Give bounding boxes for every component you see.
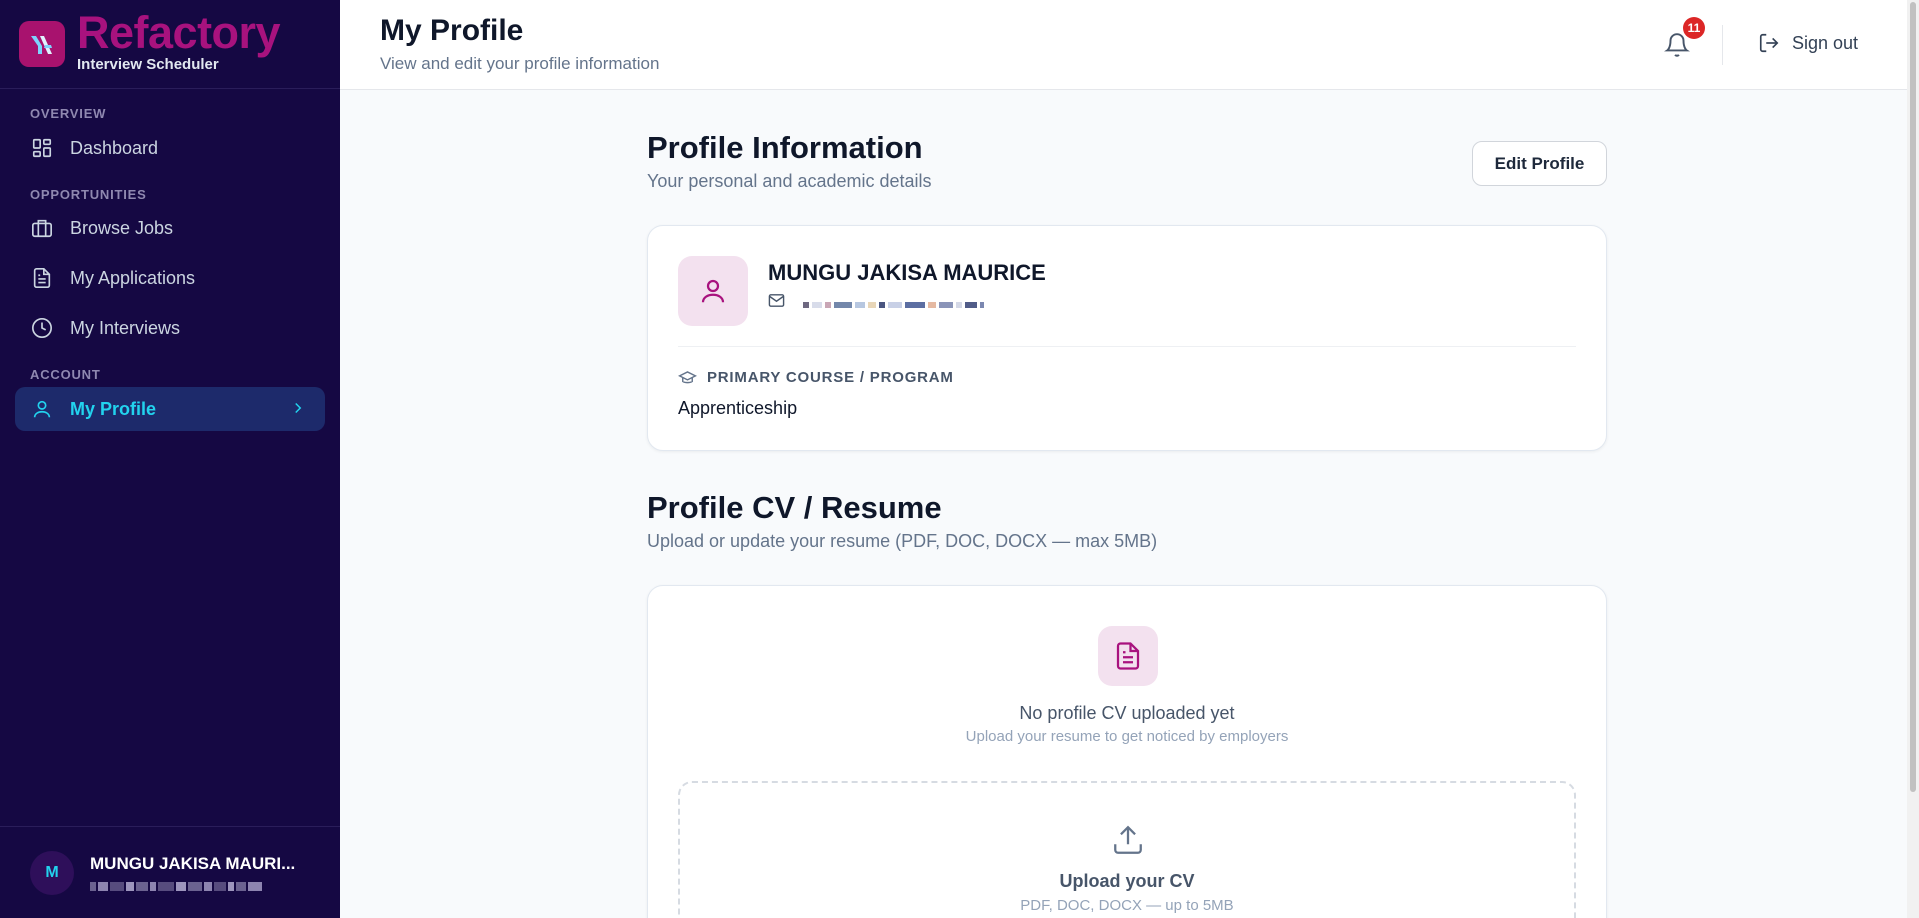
cv-empty-subtitle: Upload your resume to get noticed by emp… — [965, 728, 1289, 745]
document-icon — [1116, 642, 1140, 670]
redacted-email — [90, 882, 310, 891]
document-icon — [30, 266, 54, 290]
profile-name: MUNGU JAKISA MAURICE — [768, 260, 1046, 285]
profile-card: MUNGU JAKISA MAURICE PRIMARY COURSE / PR… — [647, 225, 1607, 451]
cv-icon — [1098, 626, 1158, 686]
redacted-email — [803, 301, 984, 308]
sidebar-item-dashboard[interactable]: Dashboard — [15, 126, 325, 170]
page-title: My Profile — [380, 14, 524, 47]
logo-icon — [19, 21, 65, 67]
sidebar-item-my-applications[interactable]: My Applications — [15, 256, 325, 300]
card-divider — [678, 346, 1576, 347]
app-name: Refactory — [77, 6, 281, 58]
profile-email — [768, 292, 984, 309]
cv-empty-title: No profile CV uploaded yet — [1019, 703, 1235, 723]
course-label: PRIMARY COURSE / PROGRAM — [678, 368, 954, 387]
user-name: MUNGU JAKISA MAURI... — [90, 854, 296, 873]
nav-section-overview: OVERVIEW — [30, 106, 107, 121]
nav-section-account: ACCOUNT — [30, 367, 101, 382]
dashboard-icon — [30, 136, 54, 160]
sidebar-item-label: My Interviews — [70, 317, 181, 338]
sidebar-item-label: Browse Jobs — [70, 217, 174, 238]
sidebar-item-label: My Profile — [70, 398, 157, 419]
upload-icon — [1111, 823, 1145, 862]
top-header: My Profile View and edit your profile in… — [340, 0, 1919, 90]
graduation-cap-icon — [678, 371, 697, 384]
sidebar-item-label: Dashboard — [70, 137, 159, 158]
upload-title: Upload your CV — [1059, 871, 1195, 891]
scrollbar[interactable] — [1907, 0, 1919, 918]
sidebar-user[interactable]: M MUNGU JAKISA MAURI... — [0, 826, 340, 918]
sidebar-item-label: My Applications — [70, 267, 196, 288]
avatar: M — [30, 850, 74, 895]
nav-section-opportunities: OPPORTUNITIES — [30, 187, 147, 202]
app-subtitle: Interview Scheduler — [77, 55, 219, 73]
sidebar-item-my-profile[interactable]: My Profile — [15, 387, 325, 431]
user-icon — [30, 397, 54, 421]
sidebar-item-my-interviews[interactable]: My Interviews — [15, 306, 325, 350]
edit-profile-button[interactable]: Edit Profile — [1472, 141, 1607, 186]
sign-out-button[interactable]: Sign out — [1758, 32, 1858, 54]
course-value: Apprenticeship — [678, 398, 798, 418]
cv-title: Profile CV / Resume — [647, 490, 942, 525]
mail-icon — [768, 294, 785, 307]
course-label-text: PRIMARY COURSE / PROGRAM — [707, 369, 954, 386]
clock-icon — [30, 316, 54, 340]
upload-subtitle: PDF, DOC, DOCX — up to 5MB — [1020, 897, 1234, 914]
cv-upload-dropzone[interactable]: Upload your CV PDF, DOC, DOCX — up to 5M… — [678, 781, 1576, 918]
chevron-right-icon — [289, 399, 307, 422]
profile-info-subtitle: Your personal and academic details — [647, 171, 932, 191]
sign-out-icon — [1759, 33, 1779, 53]
notification-badge: 11 — [1683, 17, 1705, 39]
cv-card: No profile CV uploaded yet Upload your r… — [647, 585, 1607, 918]
scrollbar-thumb[interactable] — [1910, 2, 1916, 792]
user-icon — [701, 279, 725, 303]
sign-out-label: Sign out — [1792, 32, 1859, 53]
page-subtitle: View and edit your profile information — [380, 54, 660, 73]
sidebar-item-browse-jobs[interactable]: Browse Jobs — [15, 206, 325, 250]
brand[interactable]: Refactory Interview Scheduler — [0, 0, 340, 89]
profile-info-title: Profile Information — [647, 130, 923, 165]
profile-avatar — [678, 256, 748, 326]
briefcase-icon — [30, 216, 54, 240]
cv-subtitle: Upload or update your resume (PDF, DOC, … — [647, 531, 1158, 551]
header-divider — [1722, 25, 1723, 65]
sidebar: Refactory Interview Scheduler OVERVIEW D… — [0, 0, 340, 918]
